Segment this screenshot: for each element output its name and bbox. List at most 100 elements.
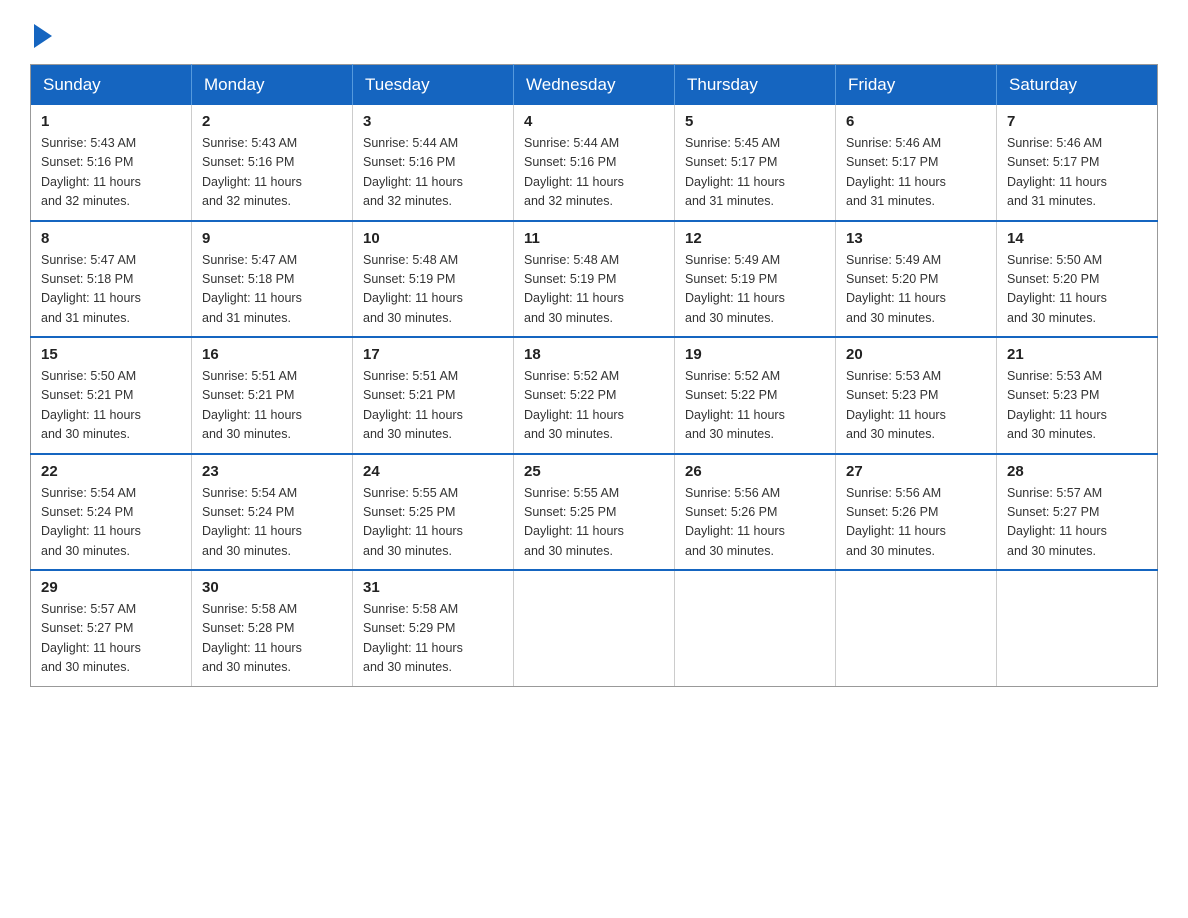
calendar-cell: 27 Sunrise: 5:56 AM Sunset: 5:26 PM Dayl…: [836, 454, 997, 571]
col-header-sunday: Sunday: [31, 65, 192, 106]
day-number: 22: [41, 463, 181, 480]
page-header: [30, 20, 1158, 44]
col-header-thursday: Thursday: [675, 65, 836, 106]
calendar-cell: 4 Sunrise: 5:44 AM Sunset: 5:16 PM Dayli…: [514, 105, 675, 221]
day-number: 6: [846, 113, 986, 130]
calendar-cell: 17 Sunrise: 5:51 AM Sunset: 5:21 PM Dayl…: [353, 337, 514, 454]
calendar-cell: 1 Sunrise: 5:43 AM Sunset: 5:16 PM Dayli…: [31, 105, 192, 221]
col-header-friday: Friday: [836, 65, 997, 106]
calendar-cell: 26 Sunrise: 5:56 AM Sunset: 5:26 PM Dayl…: [675, 454, 836, 571]
calendar-cell: 31 Sunrise: 5:58 AM Sunset: 5:29 PM Dayl…: [353, 570, 514, 686]
day-number: 18: [524, 346, 664, 363]
calendar-cell: 2 Sunrise: 5:43 AM Sunset: 5:16 PM Dayli…: [192, 105, 353, 221]
calendar-cell: 22 Sunrise: 5:54 AM Sunset: 5:24 PM Dayl…: [31, 454, 192, 571]
day-info: Sunrise: 5:53 AM Sunset: 5:23 PM Dayligh…: [1007, 367, 1147, 445]
day-info: Sunrise: 5:52 AM Sunset: 5:22 PM Dayligh…: [524, 367, 664, 445]
day-info: Sunrise: 5:52 AM Sunset: 5:22 PM Dayligh…: [685, 367, 825, 445]
day-info: Sunrise: 5:53 AM Sunset: 5:23 PM Dayligh…: [846, 367, 986, 445]
calendar-cell: 5 Sunrise: 5:45 AM Sunset: 5:17 PM Dayli…: [675, 105, 836, 221]
calendar-cell: 16 Sunrise: 5:51 AM Sunset: 5:21 PM Dayl…: [192, 337, 353, 454]
calendar-cell: 30 Sunrise: 5:58 AM Sunset: 5:28 PM Dayl…: [192, 570, 353, 686]
calendar-cell: 20 Sunrise: 5:53 AM Sunset: 5:23 PM Dayl…: [836, 337, 997, 454]
logo: [30, 20, 52, 44]
col-header-wednesday: Wednesday: [514, 65, 675, 106]
calendar-cell: 15 Sunrise: 5:50 AM Sunset: 5:21 PM Dayl…: [31, 337, 192, 454]
logo-arrow-icon: [34, 24, 52, 48]
calendar-cell: 8 Sunrise: 5:47 AM Sunset: 5:18 PM Dayli…: [31, 221, 192, 338]
day-info: Sunrise: 5:48 AM Sunset: 5:19 PM Dayligh…: [363, 251, 503, 329]
day-info: Sunrise: 5:44 AM Sunset: 5:16 PM Dayligh…: [363, 134, 503, 212]
day-number: 13: [846, 230, 986, 247]
day-info: Sunrise: 5:49 AM Sunset: 5:19 PM Dayligh…: [685, 251, 825, 329]
day-number: 31: [363, 579, 503, 596]
day-info: Sunrise: 5:45 AM Sunset: 5:17 PM Dayligh…: [685, 134, 825, 212]
day-info: Sunrise: 5:56 AM Sunset: 5:26 PM Dayligh…: [846, 484, 986, 562]
day-info: Sunrise: 5:55 AM Sunset: 5:25 PM Dayligh…: [524, 484, 664, 562]
day-number: 3: [363, 113, 503, 130]
calendar-header-row: SundayMondayTuesdayWednesdayThursdayFrid…: [31, 65, 1158, 106]
day-number: 5: [685, 113, 825, 130]
day-info: Sunrise: 5:55 AM Sunset: 5:25 PM Dayligh…: [363, 484, 503, 562]
calendar-cell: [675, 570, 836, 686]
day-number: 24: [363, 463, 503, 480]
day-info: Sunrise: 5:57 AM Sunset: 5:27 PM Dayligh…: [1007, 484, 1147, 562]
day-number: 30: [202, 579, 342, 596]
day-info: Sunrise: 5:47 AM Sunset: 5:18 PM Dayligh…: [41, 251, 181, 329]
col-header-tuesday: Tuesday: [353, 65, 514, 106]
day-number: 15: [41, 346, 181, 363]
day-number: 9: [202, 230, 342, 247]
day-info: Sunrise: 5:43 AM Sunset: 5:16 PM Dayligh…: [41, 134, 181, 212]
day-info: Sunrise: 5:54 AM Sunset: 5:24 PM Dayligh…: [202, 484, 342, 562]
day-info: Sunrise: 5:51 AM Sunset: 5:21 PM Dayligh…: [202, 367, 342, 445]
day-number: 20: [846, 346, 986, 363]
calendar-cell: 9 Sunrise: 5:47 AM Sunset: 5:18 PM Dayli…: [192, 221, 353, 338]
day-number: 27: [846, 463, 986, 480]
calendar-cell: 11 Sunrise: 5:48 AM Sunset: 5:19 PM Dayl…: [514, 221, 675, 338]
day-number: 19: [685, 346, 825, 363]
calendar-cell: [997, 570, 1158, 686]
day-number: 1: [41, 113, 181, 130]
calendar-cell: 19 Sunrise: 5:52 AM Sunset: 5:22 PM Dayl…: [675, 337, 836, 454]
calendar-cell: 18 Sunrise: 5:52 AM Sunset: 5:22 PM Dayl…: [514, 337, 675, 454]
calendar-cell: 3 Sunrise: 5:44 AM Sunset: 5:16 PM Dayli…: [353, 105, 514, 221]
day-info: Sunrise: 5:58 AM Sunset: 5:29 PM Dayligh…: [363, 600, 503, 678]
calendar-cell: [514, 570, 675, 686]
day-number: 4: [524, 113, 664, 130]
calendar-cell: 29 Sunrise: 5:57 AM Sunset: 5:27 PM Dayl…: [31, 570, 192, 686]
day-info: Sunrise: 5:46 AM Sunset: 5:17 PM Dayligh…: [846, 134, 986, 212]
calendar-cell: 12 Sunrise: 5:49 AM Sunset: 5:19 PM Dayl…: [675, 221, 836, 338]
calendar-cell: 24 Sunrise: 5:55 AM Sunset: 5:25 PM Dayl…: [353, 454, 514, 571]
day-info: Sunrise: 5:51 AM Sunset: 5:21 PM Dayligh…: [363, 367, 503, 445]
calendar-cell: [836, 570, 997, 686]
day-number: 21: [1007, 346, 1147, 363]
day-info: Sunrise: 5:57 AM Sunset: 5:27 PM Dayligh…: [41, 600, 181, 678]
calendar-cell: 25 Sunrise: 5:55 AM Sunset: 5:25 PM Dayl…: [514, 454, 675, 571]
calendar-cell: 13 Sunrise: 5:49 AM Sunset: 5:20 PM Dayl…: [836, 221, 997, 338]
calendar-cell: 28 Sunrise: 5:57 AM Sunset: 5:27 PM Dayl…: [997, 454, 1158, 571]
day-number: 26: [685, 463, 825, 480]
calendar-week-row: 8 Sunrise: 5:47 AM Sunset: 5:18 PM Dayli…: [31, 221, 1158, 338]
day-info: Sunrise: 5:44 AM Sunset: 5:16 PM Dayligh…: [524, 134, 664, 212]
calendar-cell: 10 Sunrise: 5:48 AM Sunset: 5:19 PM Dayl…: [353, 221, 514, 338]
calendar-cell: 6 Sunrise: 5:46 AM Sunset: 5:17 PM Dayli…: [836, 105, 997, 221]
day-info: Sunrise: 5:48 AM Sunset: 5:19 PM Dayligh…: [524, 251, 664, 329]
day-number: 12: [685, 230, 825, 247]
day-number: 2: [202, 113, 342, 130]
day-number: 8: [41, 230, 181, 247]
day-info: Sunrise: 5:58 AM Sunset: 5:28 PM Dayligh…: [202, 600, 342, 678]
calendar-week-row: 15 Sunrise: 5:50 AM Sunset: 5:21 PM Dayl…: [31, 337, 1158, 454]
day-info: Sunrise: 5:56 AM Sunset: 5:26 PM Dayligh…: [685, 484, 825, 562]
day-info: Sunrise: 5:50 AM Sunset: 5:20 PM Dayligh…: [1007, 251, 1147, 329]
calendar-cell: 23 Sunrise: 5:54 AM Sunset: 5:24 PM Dayl…: [192, 454, 353, 571]
col-header-saturday: Saturday: [997, 65, 1158, 106]
day-number: 17: [363, 346, 503, 363]
day-number: 14: [1007, 230, 1147, 247]
day-info: Sunrise: 5:43 AM Sunset: 5:16 PM Dayligh…: [202, 134, 342, 212]
day-number: 16: [202, 346, 342, 363]
day-number: 28: [1007, 463, 1147, 480]
calendar-week-row: 22 Sunrise: 5:54 AM Sunset: 5:24 PM Dayl…: [31, 454, 1158, 571]
col-header-monday: Monday: [192, 65, 353, 106]
day-number: 11: [524, 230, 664, 247]
day-number: 10: [363, 230, 503, 247]
calendar-cell: 21 Sunrise: 5:53 AM Sunset: 5:23 PM Dayl…: [997, 337, 1158, 454]
